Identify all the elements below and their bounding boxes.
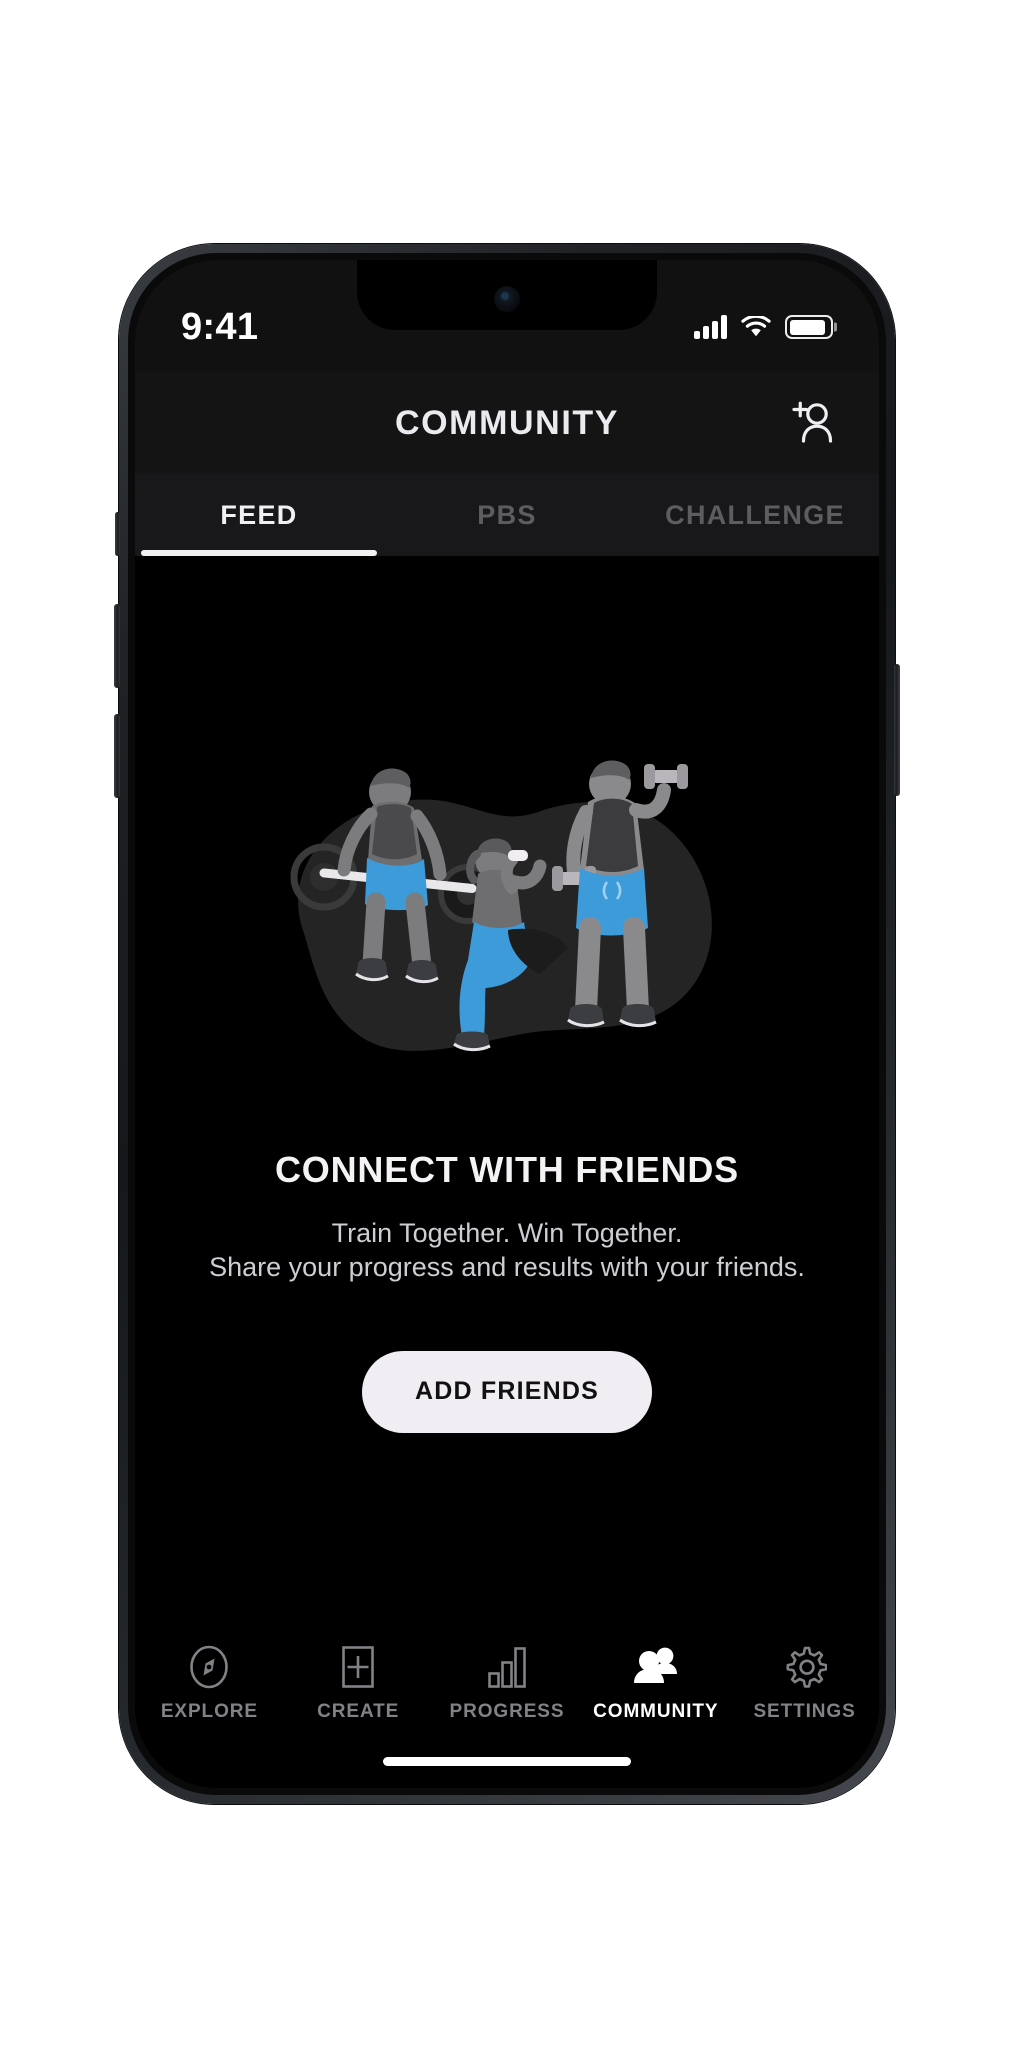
status-indicators bbox=[694, 314, 833, 339]
empty-state-subtitle-line1: Train Together. Win Together. bbox=[331, 1218, 683, 1248]
empty-state-subtitle-line2: Share your progress and results with you… bbox=[209, 1251, 805, 1282]
nav-item-settings[interactable]: SETTINGS bbox=[730, 1644, 879, 1723]
tab-feed-label: FEED bbox=[220, 499, 298, 530]
phone-device-frame: 9:41 COMMUNITY FEED PBS CHALLENGE CONNEC… bbox=[114, 244, 900, 1804]
nav-label-settings: SETTINGS bbox=[753, 1701, 856, 1722]
tab-challenge[interactable]: CHALLENGE bbox=[631, 474, 879, 556]
app-header: COMMUNITY bbox=[135, 372, 879, 474]
phone-bezel: 9:41 COMMUNITY FEED PBS CHALLENGE CONNEC… bbox=[128, 253, 886, 1795]
nav-label-explore: EXPLORE bbox=[160, 1701, 258, 1722]
nav-item-progress[interactable]: PROGRESS bbox=[433, 1644, 582, 1723]
nav-label-progress: PROGRESS bbox=[449, 1701, 565, 1722]
home-indicator[interactable] bbox=[383, 1757, 631, 1766]
wifi-icon bbox=[741, 314, 771, 338]
tab-pbs-label: PBS bbox=[477, 499, 537, 530]
silent-switch[interactable] bbox=[115, 512, 120, 556]
battery-icon bbox=[785, 315, 833, 339]
tab-bar: FEED PBS CHALLENGE bbox=[135, 474, 879, 556]
nav-label-create: CREATE bbox=[317, 1701, 400, 1722]
nav-label-community: COMMUNITY bbox=[593, 1701, 719, 1722]
plus-square-icon bbox=[338, 1644, 378, 1690]
nav-item-explore[interactable]: EXPLORE bbox=[135, 1644, 284, 1723]
tab-pbs[interactable]: PBS bbox=[383, 474, 631, 556]
phone-screen: 9:41 COMMUNITY FEED PBS CHALLENGE CONNEC… bbox=[135, 260, 879, 1788]
compass-icon bbox=[188, 1644, 230, 1690]
three-people-lifting-weights-illustration bbox=[272, 742, 742, 1087]
volume-up-button[interactable] bbox=[114, 604, 120, 688]
power-button[interactable] bbox=[894, 664, 900, 796]
empty-state-title: CONNECT WITH FRIENDS bbox=[275, 1149, 739, 1190]
gear-icon bbox=[783, 1644, 827, 1690]
nav-item-community[interactable]: COMMUNITY bbox=[581, 1644, 730, 1723]
add-friends-button[interactable]: ADD FRIENDS bbox=[362, 1350, 652, 1433]
tab-feed[interactable]: FEED bbox=[135, 474, 383, 556]
empty-state-subtitle: Train Together. Win Together. Share your… bbox=[209, 1217, 805, 1285]
people-icon bbox=[632, 1644, 680, 1690]
add-person-icon[interactable] bbox=[781, 395, 843, 451]
tab-active-indicator bbox=[141, 550, 377, 556]
status-time: 9:41 bbox=[181, 306, 259, 348]
nav-item-create[interactable]: CREATE bbox=[284, 1644, 433, 1723]
bar-chart-icon bbox=[486, 1644, 528, 1690]
tab-challenge-label: CHALLENGE bbox=[665, 499, 845, 530]
front-camera-icon bbox=[494, 286, 520, 312]
page-title: COMMUNITY bbox=[394, 403, 620, 442]
screenshot-stage: 9:41 COMMUNITY FEED PBS CHALLENGE CONNEC… bbox=[0, 0, 1014, 2048]
device-notch bbox=[357, 260, 657, 330]
cellular-signal-icon bbox=[694, 315, 727, 339]
empty-state-content: CONNECT WITH FRIENDS Train Together. Win… bbox=[135, 556, 879, 1628]
volume-down-button[interactable] bbox=[114, 714, 120, 798]
